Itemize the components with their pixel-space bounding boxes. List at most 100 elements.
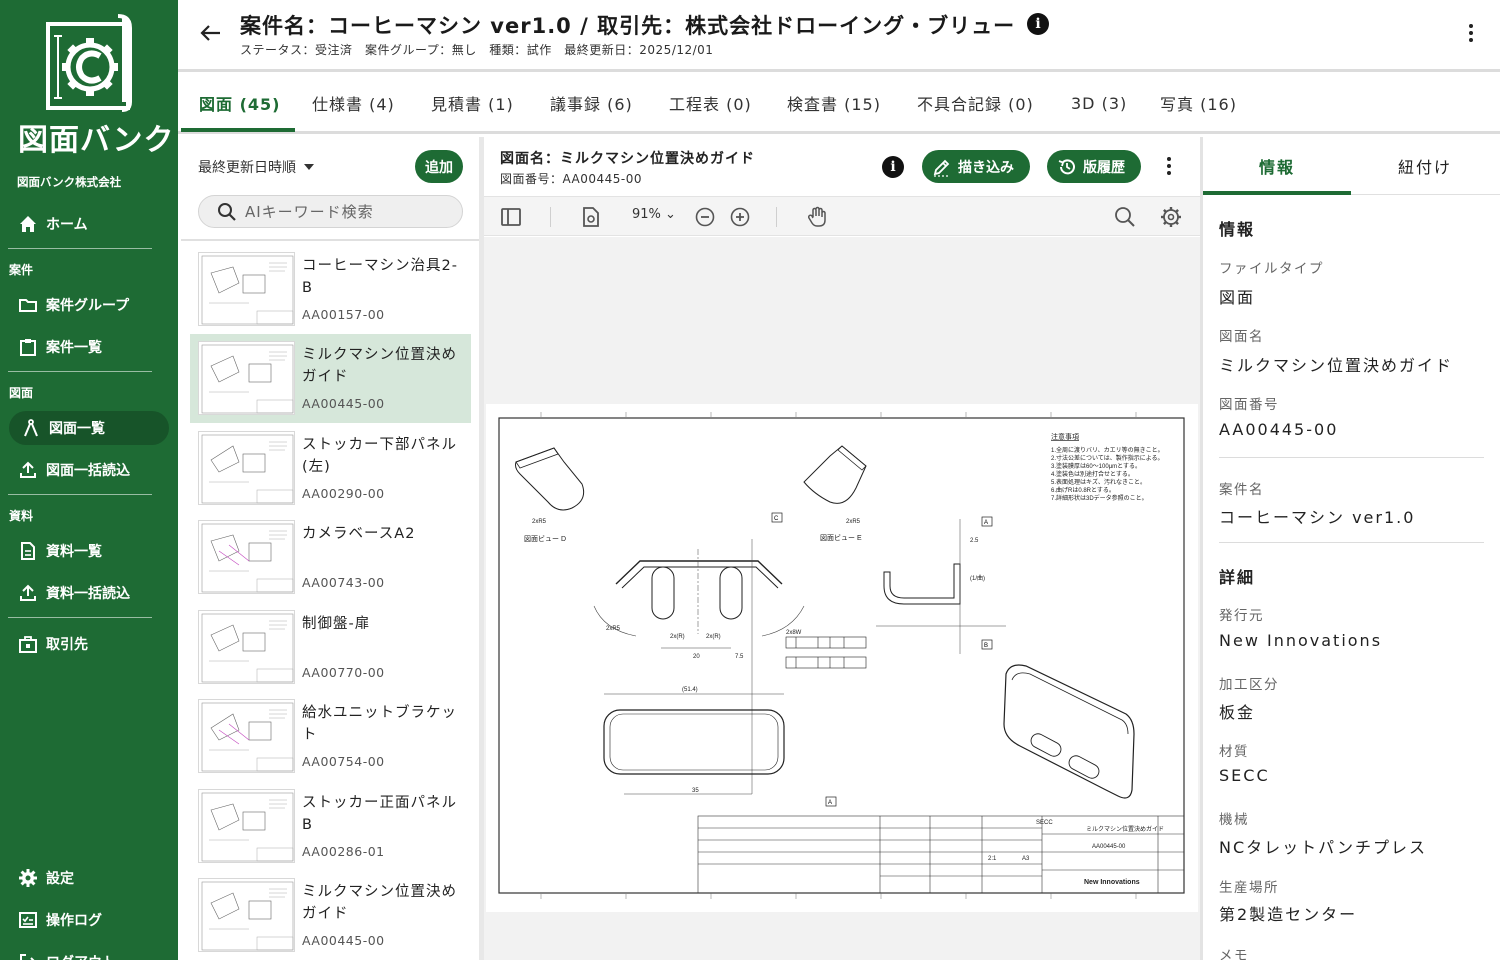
title-block-size: A3 <box>1022 856 1030 862</box>
back-arrow-icon[interactable] <box>198 20 224 46</box>
tab-minutes[interactable]: 議事録 (6) <box>550 72 633 134</box>
note-line: 2.寸法公差については、製作指示による。 <box>1051 454 1164 462</box>
nav-doc-list[interactable]: 資料一覧 <box>18 534 102 568</box>
upload-icon <box>20 584 36 601</box>
more-menu-icon[interactable] <box>1461 21 1481 45</box>
field-value: ミルクマシン位置決めガイド <box>1219 356 1454 375</box>
list-item-code: AA00770-00 <box>302 665 385 680</box>
version-history-label: 版履歴 <box>1083 159 1125 176</box>
nav-doc-list-label: 資料一覧 <box>46 544 102 560</box>
viewer-more-icon[interactable] <box>1159 154 1179 178</box>
search-icon <box>218 202 236 221</box>
list-item-name: ミルクマシン位置決めガイド <box>302 884 457 922</box>
detail-label: 発行元 <box>1219 608 1264 624</box>
tab-drawings[interactable]: 図面 (45) <box>199 72 280 134</box>
annotate-label: 描き込み <box>958 159 1014 176</box>
nav-clients[interactable]: 取引先 <box>18 627 88 661</box>
nav-drawing-list-label: 図面一覧 <box>49 421 105 437</box>
sidebar: 図面バンク 図面バンク株式会社 ホーム 案件 案件グループ 案件一覧 図面 図面… <box>0 0 178 960</box>
svg-text:2xR5: 2xR5 <box>606 626 621 632</box>
add-button[interactable]: 追加 <box>415 150 463 183</box>
list-item-name: ストッカー下部パネル(左) <box>302 437 457 475</box>
detail-value: New Innovations <box>1219 631 1383 650</box>
nav-case-group[interactable]: 案件グループ <box>18 288 129 322</box>
detail-label: 機械 <box>1219 812 1249 828</box>
nav-case-list[interactable]: 案件一覧 <box>18 330 102 364</box>
zoom-out-icon[interactable] <box>693 205 717 229</box>
hand-pan-icon[interactable] <box>805 205 829 229</box>
tab-info[interactable]: 情報 <box>1203 137 1351 195</box>
list-item-code: AA00290-00 <box>302 486 385 501</box>
list-item[interactable]: 制御盤-扉 AA00770-00 <box>190 603 471 692</box>
page-settings-icon[interactable] <box>579 205 603 229</box>
tab-inspections[interactable]: 検査書 (15) <box>787 72 881 134</box>
list-item-name: 給水ユニットブラケット <box>302 705 457 743</box>
info-icon[interactable]: i <box>1027 13 1049 35</box>
nav-op-log[interactable]: 操作ログ <box>18 903 102 937</box>
list-item[interactable]: カメラベースA2 AA00743-00 <box>190 513 471 602</box>
list-item-code: AA00743-00 <box>302 575 385 590</box>
sort-dropdown[interactable]: 最終更新日時順 <box>198 157 314 177</box>
tab-3d[interactable]: 3D (3) <box>1071 72 1127 134</box>
svg-text:2x(R): 2x(R) <box>670 634 685 640</box>
zoom-value: 91% <box>632 207 661 222</box>
tab-estimates[interactable]: 見積書 (1) <box>431 72 514 134</box>
list-item[interactable]: ミルクマシン位置決めガイド AA00445-00 <box>190 871 471 960</box>
logo-text: 図面バンク <box>18 123 175 158</box>
nav-settings-label: 設定 <box>46 871 74 887</box>
nav-section-drawings: 図面 <box>9 386 34 400</box>
title-block-material: SECC <box>1036 820 1053 826</box>
toolbar-divider <box>550 207 551 227</box>
search-icon[interactable] <box>1113 205 1137 229</box>
page-title: 案件名：コーヒーマシン ver1.0 / 取引先：株式会社ドローイング・ブリュー <box>240 14 1016 38</box>
list-item-code: AA00157-00 <box>302 307 385 322</box>
list-item[interactable]: 給水ユニットブラケット AA00754-00 <box>190 692 471 781</box>
nav-home[interactable]: ホーム <box>18 207 88 241</box>
log-icon <box>19 912 37 928</box>
list-item[interactable]: ストッカー正面パネルB AA00286-01 <box>190 782 471 871</box>
search-input[interactable] <box>245 202 445 221</box>
nav-settings[interactable]: 設定 <box>18 861 74 895</box>
tab-schedule[interactable]: 工程表 (0) <box>669 72 752 134</box>
field-label: 案件名 <box>1219 482 1264 498</box>
detail-value: 板金 <box>1219 703 1256 722</box>
title-block-name: ミルクマシン位置決めガイド <box>1086 825 1164 833</box>
note-line: 4.塗装色は別途打合せとする。 <box>1051 470 1134 478</box>
document-tabs: 図面 (45) 仕様書 (4) 見積書 (1) 議事録 (6) 工程表 (0) … <box>178 72 1500 134</box>
list-item-name: カメラベースA2 <box>302 526 416 542</box>
nav-logout[interactable]: ログアウト <box>18 945 116 960</box>
gear-icon[interactable] <box>1159 205 1183 229</box>
nav-drawing-list[interactable]: 図面一覧 <box>9 411 169 445</box>
nav-divider <box>8 371 152 372</box>
tab-defects[interactable]: 不具合記録 (0) <box>917 72 1034 134</box>
annotate-button[interactable]: 描き込み <box>922 150 1030 183</box>
sidebar-toggle-icon[interactable] <box>499 205 523 229</box>
upload-icon <box>20 461 36 478</box>
list-item[interactable]: ストッカー下部パネル(左) AA00290-00 <box>190 424 471 513</box>
nav-logout-label: ログアウト <box>46 952 116 960</box>
svg-text:(51.4): (51.4) <box>682 687 698 693</box>
search-box[interactable] <box>198 195 463 228</box>
zoom-in-icon[interactable] <box>728 205 752 229</box>
field-value: 図面 <box>1219 288 1256 307</box>
list-item[interactable]: ミルクマシン位置決めガイド AA00445-00 <box>190 334 471 423</box>
divider <box>1219 542 1484 543</box>
gear-icon <box>19 869 37 887</box>
nav-drawing-bulk-import[interactable]: 図面一括読込 <box>18 453 130 487</box>
info-icon[interactable]: i <box>882 156 904 178</box>
drawing-thumbnail <box>198 341 295 415</box>
nav-doc-bulk-import[interactable]: 資料一括読込 <box>18 576 130 610</box>
pencil-icon <box>933 159 950 177</box>
version-history-button[interactable]: 版履歴 <box>1047 150 1141 183</box>
tab-links[interactable]: 紐付け <box>1351 137 1499 195</box>
drawing-thumbnail <box>198 610 295 684</box>
tab-specs[interactable]: 仕様書 (4) <box>312 72 395 134</box>
tab-photos[interactable]: 写真 (16) <box>1160 72 1237 134</box>
svg-text:(1/曲): (1/曲) <box>970 574 985 582</box>
zoom-level[interactable]: 91% ⌄ <box>632 207 676 222</box>
info-panel: 情報 紐付け 情報 ファイルタイプ 図面 図面名 ミルクマシン位置決めガイド 図… <box>1203 137 1500 960</box>
list-item[interactable]: コーヒーマシン治具2-B AA00157-00 <box>190 245 471 334</box>
viewer-toolbar: 91% ⌄ <box>484 196 1200 236</box>
nav-case-group-label: 案件グループ <box>46 298 130 314</box>
drawing-canvas[interactable]: 注意事項 1.全周に渡りバリ、カエリ等の無きこと。 2.寸法公差については、製作指… <box>484 237 1200 960</box>
